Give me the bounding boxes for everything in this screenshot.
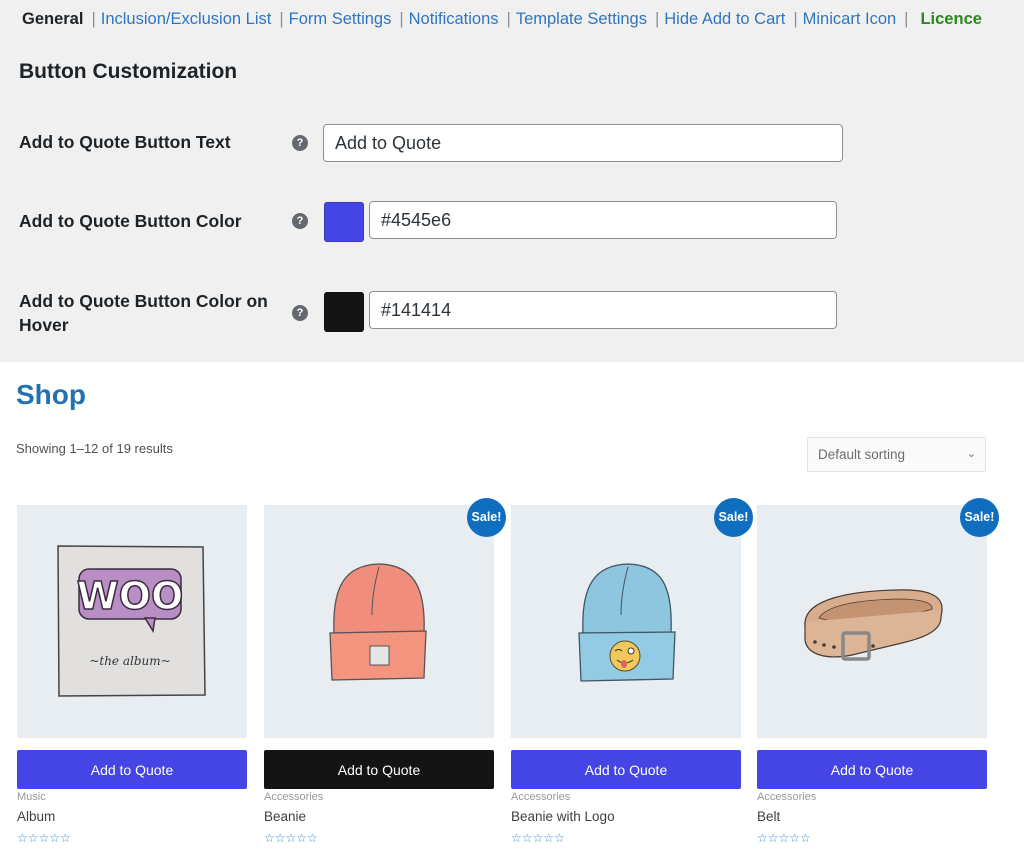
tab-separator: | (904, 10, 909, 28)
settings-panel: General | Inclusion/Exclusion List | For… (0, 0, 1024, 362)
button-color-swatch[interactable] (324, 202, 364, 242)
product-category[interactable]: Accessories (757, 791, 816, 803)
button-text-input[interactable]: Add to Quote (323, 124, 843, 162)
sale-badge: Sale! (467, 498, 506, 537)
star-rating: ☆☆☆☆☆ (17, 831, 71, 845)
sale-badge: Sale! (960, 498, 999, 537)
button-color-input[interactable]: #4545e6 (369, 201, 837, 239)
product-name[interactable]: Beanie with Logo (511, 809, 615, 824)
button-text-label: Add to Quote Button Text (19, 132, 231, 152)
tab-licence[interactable]: Licence (920, 10, 981, 29)
help-icon[interactable]: ? (292, 213, 308, 229)
tab-separator: | (91, 10, 96, 28)
svg-text:~the album~: ~the album~ (89, 654, 170, 668)
product-image-belt[interactable] (757, 505, 987, 738)
sale-badge: Sale! (714, 498, 753, 537)
star-rating: ☆☆☆☆☆ (511, 831, 565, 845)
tab-general[interactable]: General (22, 10, 83, 29)
settings-tabs: General | Inclusion/Exclusion List | For… (22, 10, 982, 29)
tab-inclusion-exclusion-list[interactable]: Inclusion/Exclusion List (101, 10, 272, 29)
add-to-quote-button[interactable]: Add to Quote (264, 750, 494, 789)
product-image-album[interactable]: WOO ~the album~ (17, 505, 247, 738)
tab-separator: | (279, 10, 284, 28)
shop-title: Shop (16, 379, 86, 410)
tab-form-settings[interactable]: Form Settings (289, 10, 392, 29)
tab-template-settings[interactable]: Template Settings (516, 10, 647, 29)
star-rating: ☆☆☆☆☆ (264, 831, 318, 845)
section-title: Button Customization (19, 60, 238, 83)
star-rating: ☆☆☆☆☆ (757, 831, 811, 845)
tab-minicart-icon[interactable]: Minicart Icon (803, 10, 897, 29)
beanie-illustration (329, 563, 427, 681)
product-image-beanie[interactable] (264, 505, 494, 738)
tab-separator: | (399, 10, 404, 28)
tab-hide-add-to-cart[interactable]: Hide Add to Cart (664, 10, 785, 29)
product-category[interactable]: Accessories (511, 791, 570, 803)
chevron-down-icon: ⌄ (966, 448, 976, 460)
add-to-quote-button[interactable]: Add to Quote (511, 750, 741, 789)
tab-notifications[interactable]: Notifications (409, 10, 499, 29)
product-image-beanie-with-logo[interactable] (511, 505, 741, 738)
svg-text:WOO: WOO (77, 574, 184, 618)
button-hover-color-label: Add to Quote Button Color on Hover (19, 291, 268, 335)
sorting-select[interactable]: Default sorting ⌄ (807, 437, 986, 472)
product-name[interactable]: Beanie (264, 809, 306, 824)
album-illustration: WOO ~the album~ (57, 545, 206, 697)
help-icon[interactable]: ? (292, 305, 308, 321)
help-icon[interactable]: ? (292, 135, 308, 151)
add-to-quote-button[interactable]: Add to Quote (17, 750, 247, 789)
belt-illustration (804, 589, 943, 661)
add-to-quote-button[interactable]: Add to Quote (757, 750, 987, 789)
product-category[interactable]: Accessories (264, 791, 323, 803)
button-hover-color-swatch[interactable] (324, 292, 364, 332)
sorting-selected: Default sorting (818, 447, 906, 462)
button-hover-color-input[interactable]: #141414 (369, 291, 837, 329)
product-name[interactable]: Belt (757, 809, 780, 824)
results-count: Showing 1–12 of 19 results (16, 441, 173, 456)
tab-separator: | (793, 10, 798, 28)
tab-separator: | (654, 10, 660, 28)
tab-separator: | (506, 10, 511, 28)
product-category[interactable]: Music (17, 791, 46, 803)
button-color-label: Add to Quote Button Color (19, 211, 242, 231)
beanie-with-logo-illustration (578, 563, 676, 682)
product-name[interactable]: Album (17, 809, 55, 824)
